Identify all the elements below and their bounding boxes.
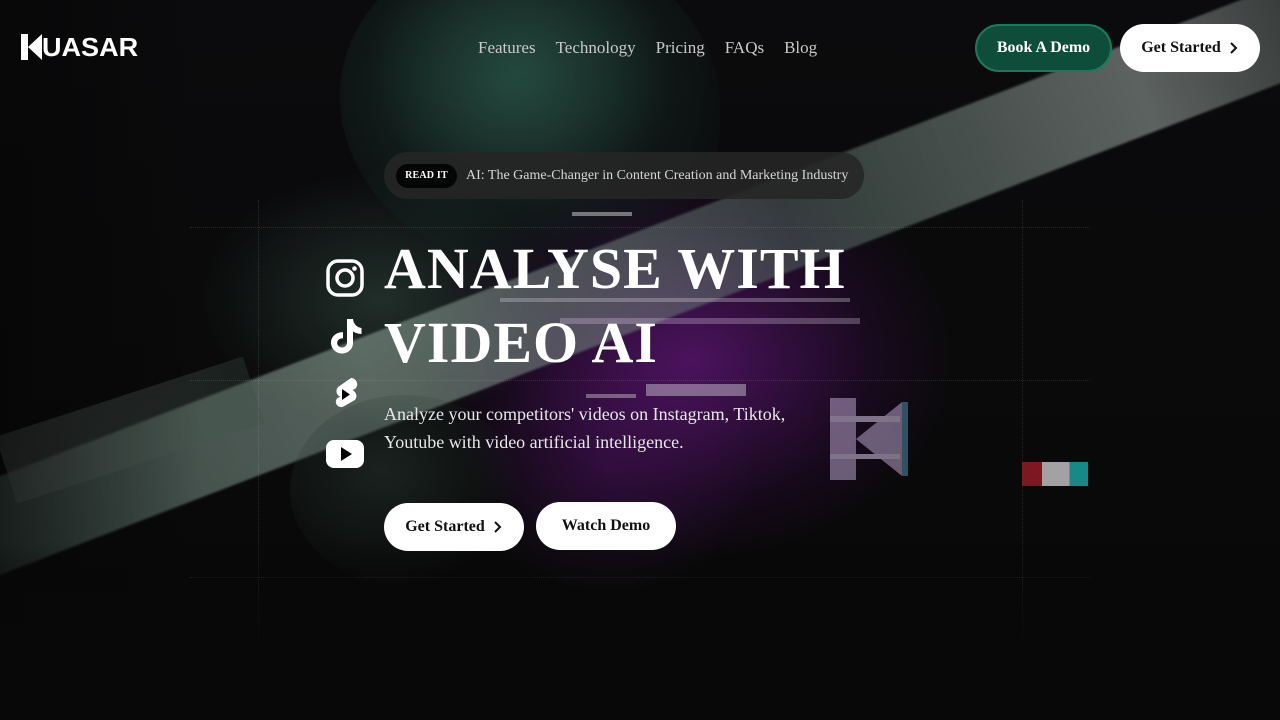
read-it-badge: READ IT	[396, 163, 457, 188]
announcement-banner[interactable]: READ IT AI: The Game-Changer in Content …	[384, 152, 864, 199]
hero-get-started-label: Get Started	[405, 518, 485, 535]
youtube-icon[interactable]	[325, 434, 365, 474]
nav-link-technology[interactable]: Technology	[556, 38, 636, 58]
nav-links: Features Technology Pricing FAQs Blog	[478, 38, 817, 58]
book-demo-button[interactable]: Book A Demo	[975, 24, 1112, 72]
youtube-shorts-icon[interactable]	[325, 375, 365, 415]
decorative-logo-glitch	[830, 398, 908, 480]
glitch-line	[572, 212, 632, 216]
watch-demo-label: Watch Demo	[561, 517, 651, 534]
chevron-right-icon	[1230, 42, 1238, 54]
nav-get-started-button[interactable]: Get Started	[1120, 24, 1260, 72]
watch-demo-button[interactable]: Watch Demo	[536, 502, 676, 550]
grid-line	[190, 227, 1090, 228]
chevron-right-icon	[494, 521, 502, 533]
decorative-glitch-block	[1022, 462, 1088, 486]
nav-get-started-label: Get Started	[1141, 39, 1221, 56]
top-navigation: UASAR Features Technology Pricing FAQs B…	[0, 0, 1280, 96]
nav-link-pricing[interactable]: Pricing	[656, 38, 705, 58]
hero-title-line1: ANALYSE WITH	[384, 236, 846, 301]
hero-title-line2: VIDEO AI	[384, 310, 658, 375]
hero-title: ANALYSE WITH VIDEO AI	[384, 232, 846, 380]
glitch-line	[646, 384, 746, 396]
background-fade-bottom	[0, 540, 1280, 720]
announcement-text: AI: The Game-Changer in Content Creation…	[466, 167, 849, 183]
brand-name: UASAR	[42, 32, 139, 62]
quasar-k-icon	[21, 34, 42, 60]
instagram-icon[interactable]	[325, 258, 365, 298]
brand-logo[interactable]: UASAR	[21, 34, 138, 60]
tiktok-icon[interactable]	[325, 316, 365, 356]
hero-get-started-button[interactable]: Get Started	[384, 503, 524, 551]
nav-link-features[interactable]: Features	[478, 38, 536, 58]
hero-subtitle: Analyze your competitors' videos on Inst…	[384, 404, 786, 452]
nav-link-blog[interactable]: Blog	[784, 38, 817, 58]
nav-link-faqs[interactable]: FAQs	[725, 38, 764, 58]
book-demo-label: Book A Demo	[996, 39, 1091, 56]
glitch-line	[586, 394, 636, 398]
